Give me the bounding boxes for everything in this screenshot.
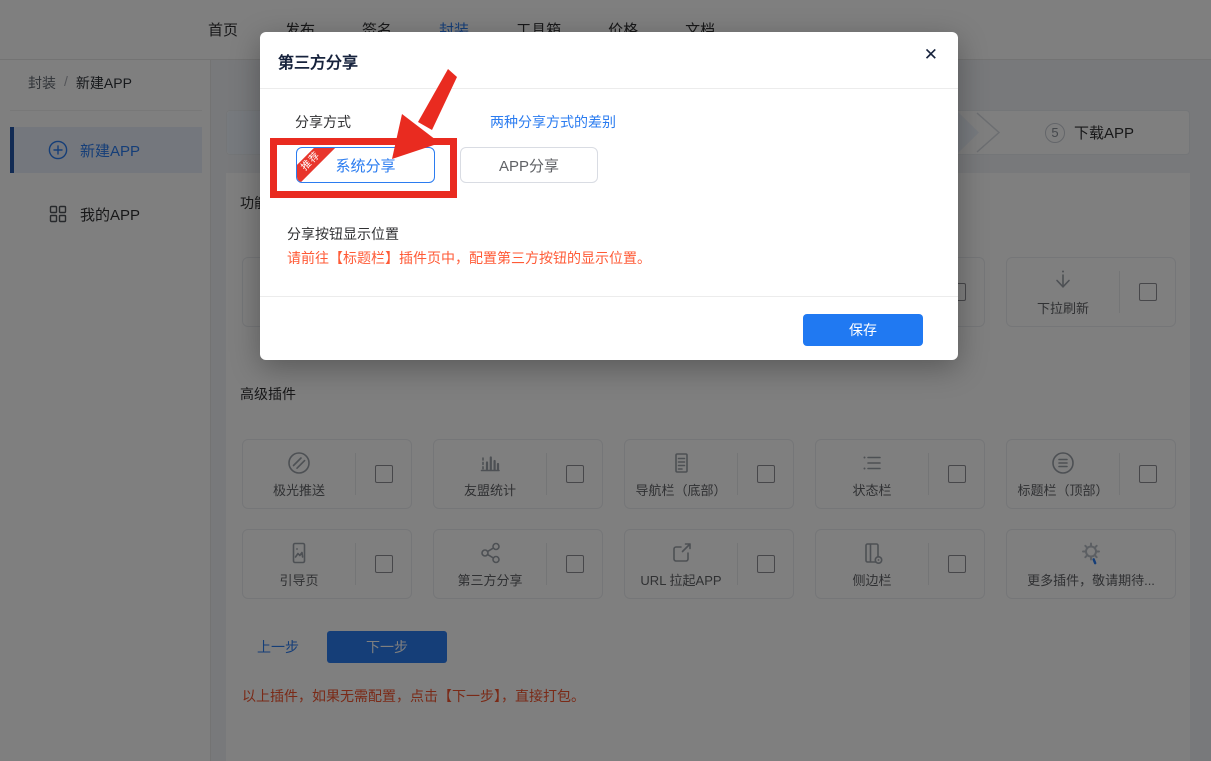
close-icon[interactable]: ✕ (924, 46, 938, 63)
button-position-label: 分享按钮显示位置 (287, 224, 399, 244)
share-method-diff-link[interactable]: 两种分享方式的差别 (490, 112, 616, 132)
third-party-share-dialog: 第三方分享 ✕ 分享方式 两种分享方式的差别 推荐 系统分享 APP分享 分享按… (260, 32, 958, 360)
app-share-label: APP分享 (499, 158, 559, 175)
dialog-header-divider (260, 88, 958, 89)
share-method-label: 分享方式 (295, 112, 351, 132)
button-position-warning: 请前往【标题栏】插件页中，配置第三方按钮的显示位置。 (287, 248, 651, 268)
dialog-title: 第三方分享 (278, 49, 358, 73)
save-button[interactable]: 保存 (803, 314, 923, 346)
system-share-label: 系统分享 (335, 158, 395, 175)
dialog-footer-divider (260, 296, 958, 297)
system-share-button[interactable]: 推荐 系统分享 (296, 147, 435, 183)
recommend-ribbon: 推荐 (296, 147, 339, 183)
app-share-button[interactable]: APP分享 (460, 147, 598, 183)
